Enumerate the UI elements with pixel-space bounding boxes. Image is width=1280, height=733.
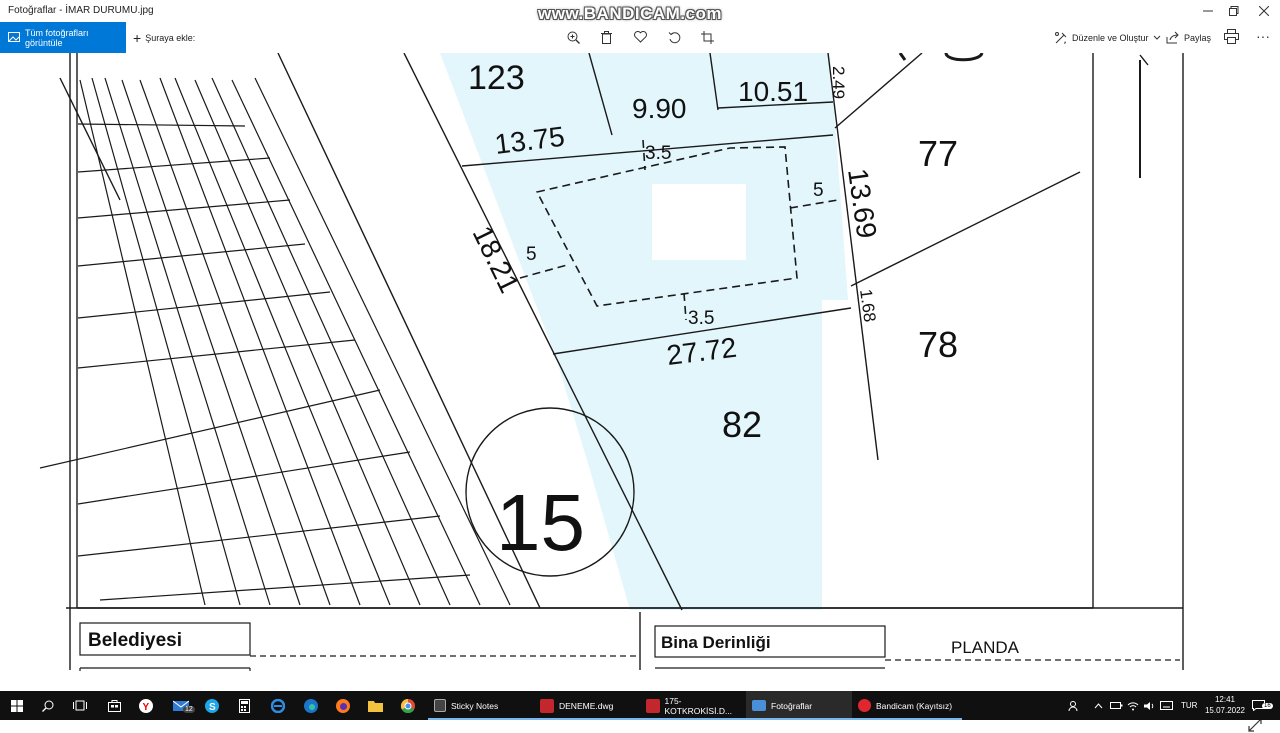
dim-10-51: 10.51 bbox=[738, 76, 808, 107]
task-view-icon[interactable] bbox=[65, 691, 95, 720]
taskbar-app-label: DENEME.dwg bbox=[559, 700, 614, 711]
bandicam-icon bbox=[858, 699, 871, 712]
taskbar-app-kotkrokisi[interactable]: 175-KOTKROKİSİ.D... bbox=[640, 691, 746, 720]
erased-area bbox=[652, 184, 746, 260]
block-number-label: 15 bbox=[496, 478, 585, 567]
crop-icon[interactable] bbox=[699, 29, 715, 45]
volume-icon[interactable] bbox=[1144, 691, 1156, 720]
taskbar: Y 12 S Sticky Notes DENEME.dwg 175-KOTKR… bbox=[0, 691, 1280, 720]
calculator-icon[interactable] bbox=[229, 691, 259, 720]
edge-legacy-icon[interactable] bbox=[263, 691, 293, 720]
people-icon[interactable] bbox=[1068, 691, 1080, 720]
print-icon[interactable] bbox=[1224, 29, 1239, 49]
share-button[interactable]: Paylaş bbox=[1166, 22, 1211, 53]
all-photos-label: Tüm fotoğrafları görüntüle bbox=[25, 27, 89, 48]
svg-text:S: S bbox=[209, 702, 216, 713]
clock-date: 15.07.2022 bbox=[1204, 706, 1246, 715]
tray-overflow-icon[interactable] bbox=[1094, 691, 1103, 720]
close-button[interactable] bbox=[1248, 0, 1280, 22]
hatch-grid bbox=[39, 77, 511, 606]
share-label: Paylaş bbox=[1184, 32, 1212, 43]
rotate-icon[interactable] bbox=[666, 29, 682, 45]
window-title: Fotoğraflar - İMAR DURUMU.jpg bbox=[8, 5, 154, 16]
edit-create-button[interactable]: Düzenle ve Oluştur bbox=[1054, 22, 1161, 53]
chrome-icon[interactable] bbox=[393, 691, 423, 720]
battery-icon[interactable] bbox=[1110, 691, 1123, 720]
partial-label-top bbox=[898, 53, 984, 62]
mail-badge: 12 bbox=[183, 706, 195, 713]
clock-time: 12:41 bbox=[1214, 695, 1236, 704]
photo-icon bbox=[8, 31, 20, 44]
language-label: TUR bbox=[1181, 701, 1198, 710]
parcel-123-label: 123 bbox=[468, 59, 525, 97]
dim-3-5-bottom: 3.5 bbox=[688, 308, 714, 329]
photo-viewer[interactable]: 123 77 78 82 15 13.75 9.90 10.51 2.49 3.… bbox=[0, 53, 1280, 732]
dim-9-90: 9.90 bbox=[632, 93, 687, 124]
store-icon[interactable] bbox=[99, 691, 129, 720]
zoom-in-icon[interactable] bbox=[565, 29, 581, 45]
dim-5-right: 5 bbox=[813, 180, 824, 201]
file-explorer-icon[interactable] bbox=[360, 691, 390, 720]
more-options-icon[interactable]: ··· bbox=[1256, 28, 1270, 44]
dim-1-68: 1.68 bbox=[856, 288, 879, 323]
language-indicator[interactable]: TUR bbox=[1181, 691, 1197, 720]
dim-13-69: 13.69 bbox=[842, 167, 882, 241]
bandicam-watermark: www.BANDICAM.com bbox=[538, 4, 722, 23]
plus-icon: + bbox=[133, 29, 142, 46]
taskbar-app-label: Bandicam (Kayıtsız) bbox=[876, 700, 953, 711]
firefox-icon[interactable] bbox=[328, 691, 358, 720]
delete-icon[interactable] bbox=[598, 29, 614, 45]
title-bar: Fotoğraflar - İMAR DURUMU.jpg www.BANDIC… bbox=[0, 0, 1280, 23]
belediyesi-label: Belediyesi bbox=[88, 630, 182, 651]
taskbar-app-label: Fotoğraflar bbox=[771, 700, 813, 711]
wifi-icon[interactable] bbox=[1127, 691, 1139, 720]
taskbar-app-deneme-dwg[interactable]: DENEME.dwg bbox=[534, 691, 640, 720]
edit-create-label: Düzenle ve Oluştur bbox=[1072, 32, 1149, 43]
mail-icon[interactable]: 12 bbox=[166, 691, 196, 720]
edge-icon[interactable] bbox=[296, 691, 326, 720]
autocad-icon bbox=[540, 698, 554, 713]
share-icon bbox=[1166, 31, 1179, 44]
add-to-button[interactable]: + Şuraya ekle: bbox=[133, 22, 195, 53]
add-to-label: Şuraya ekle: bbox=[145, 32, 196, 43]
taskbar-app-label: Sticky Notes bbox=[451, 700, 499, 711]
search-icon[interactable] bbox=[33, 691, 63, 720]
skype-icon[interactable]: S bbox=[197, 691, 227, 720]
taskbar-app-photos[interactable]: Fotoğraflar bbox=[746, 691, 852, 720]
notification-count: 16 bbox=[1262, 703, 1273, 709]
svg-text:Y: Y bbox=[143, 702, 150, 713]
system-clock[interactable]: 12:41 15.07.2022 bbox=[1203, 694, 1247, 716]
windows-start-icon[interactable] bbox=[2, 691, 32, 720]
dim-5-left: 5 bbox=[526, 244, 537, 265]
taskbar-app-label: 175-KOTKROKİSİ.D... bbox=[664, 695, 733, 716]
photos-toolbar: Tüm fotoğrafları görüntüle + Şuraya ekle… bbox=[0, 22, 1280, 54]
edit-create-icon bbox=[1055, 31, 1067, 44]
taskbar-app-bandicam[interactable]: Bandicam (Kayıtsız) bbox=[852, 691, 962, 720]
parcel-82-label: 82 bbox=[722, 404, 762, 445]
planda-label: PLANDA bbox=[951, 638, 1020, 657]
sticky-notes-icon bbox=[434, 699, 446, 712]
autocad-icon bbox=[646, 698, 660, 713]
taskbar-app-sticky-notes[interactable]: Sticky Notes bbox=[428, 691, 534, 720]
dim-2-49: 2.49 bbox=[829, 66, 848, 99]
chevron-down-icon bbox=[1153, 35, 1160, 40]
parcel-78-label: 78 bbox=[918, 324, 958, 365]
zoning-plan-image: 123 77 78 82 15 13.75 9.90 10.51 2.49 3.… bbox=[39, 53, 1184, 671]
bina-derinligi-label: Bina Derinliği bbox=[661, 633, 771, 652]
parcel-77-label: 77 bbox=[918, 133, 958, 174]
favorite-icon[interactable] bbox=[632, 29, 648, 45]
dim-3-5-top: 3.5 bbox=[645, 143, 671, 164]
keyboard-icon[interactable] bbox=[1160, 691, 1173, 720]
yandex-browser-icon[interactable]: Y bbox=[131, 691, 161, 720]
all-photos-button[interactable]: Tüm fotoğrafları görüntüle bbox=[0, 22, 126, 53]
maximize-button[interactable] bbox=[1218, 0, 1250, 22]
photos-app-icon bbox=[752, 700, 766, 711]
